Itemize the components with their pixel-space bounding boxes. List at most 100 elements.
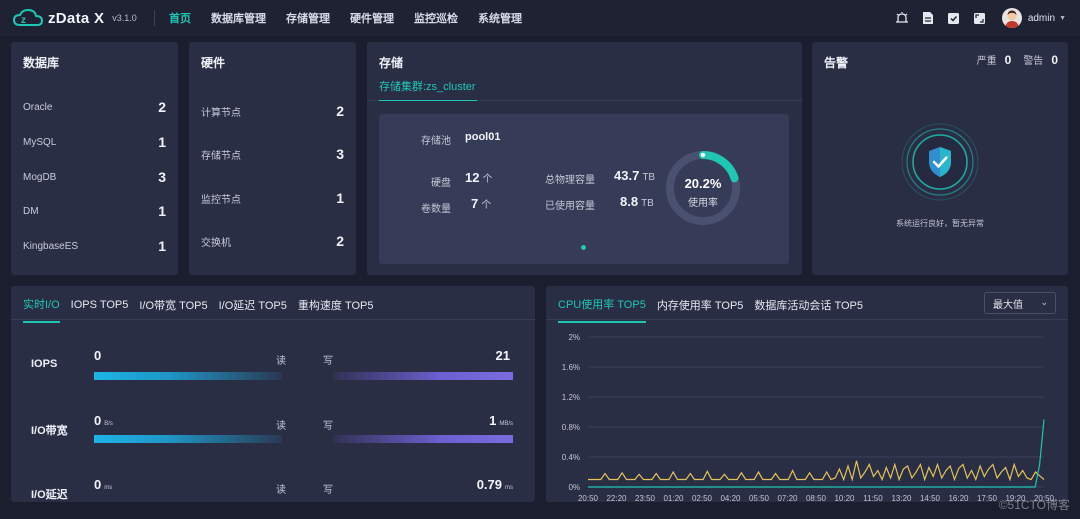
app-version: v3.1.0 <box>112 13 137 23</box>
latency-read-value: 0 ms <box>94 477 113 492</box>
list-item[interactable]: 计算节点 2 <box>201 103 344 119</box>
x-tick-label: 14:50 <box>920 494 941 502</box>
disk-value: 12 个 <box>465 170 493 185</box>
bandwidth-write-value: 1 MB/s <box>489 413 513 428</box>
volume-label: 卷数量 <box>421 204 451 215</box>
series-line-0 <box>588 460 1045 482</box>
bandwidth-write-bar <box>333 435 513 443</box>
series-line-1 <box>588 419 1045 488</box>
list-item[interactable]: Oracle 2 <box>23 99 166 115</box>
hardware-panel: 硬件 计算节点 2 存储节点 3 监控节点 1 交换机 2 <box>189 42 356 275</box>
severe-count[interactable]: 0 <box>1005 53 1012 67</box>
pool-label: 存储池 <box>421 136 451 147</box>
bandwidth-label: I/O带宽 <box>31 425 68 437</box>
storage-pool-card: 存储池 pool01 硬盘 12 个 卷数量 7个 总物理容量 43.7 TB 已使… <box>379 114 789 264</box>
top-bar: z zData X v3.1.0 首页 数据库管理 存储管理 硬件管理 监控巡检… <box>0 0 1080 36</box>
task-check-icon[interactable] <box>946 10 962 26</box>
alarm-panel: 告警 严重 0 警告 0 系统运行良好，暂无异常 <box>812 42 1068 275</box>
storage-cluster-tab[interactable]: 存储集群:zs_cluster <box>379 78 476 94</box>
warning-count[interactable]: 0 <box>1051 53 1058 67</box>
y-tick-label: 1.6% <box>562 363 580 372</box>
bandwidth-read-value: 0 B/s <box>94 413 113 428</box>
list-item[interactable]: 存储节点 3 <box>201 146 344 162</box>
read-label: 读 <box>276 356 286 367</box>
iops-read-value: 0 <box>94 348 102 363</box>
carousel-dot[interactable] <box>581 245 586 250</box>
cpu-usage-chart: 2% 1.6% 1.2% 0.8% 0.4% 0% 20:50 22:20 23:50 01:20… <box>562 333 1055 502</box>
document-icon[interactable] <box>920 10 936 26</box>
panel-title: 数据库 <box>23 56 60 70</box>
nav-system-management[interactable]: 系统管理 <box>478 10 522 26</box>
list-item[interactable]: DM 1 <box>23 203 166 219</box>
nav-hardware-management[interactable]: 硬件管理 <box>350 10 394 26</box>
used-capacity-label: 已使用容量 <box>545 201 595 212</box>
nav-monitor-inspection[interactable]: 监控巡检 <box>414 10 458 26</box>
usage-label: 使用率 <box>688 198 718 209</box>
y-tick-label: 2% <box>568 333 580 342</box>
volume-value: 7个 <box>471 196 492 211</box>
user-name[interactable]: admin <box>1028 13 1055 24</box>
alarm-bell-icon[interactable] <box>894 10 910 26</box>
write-label: 写 <box>323 485 333 496</box>
usage-percent: 20.2% <box>684 176 722 191</box>
chevron-down-icon[interactable]: ▼ <box>1059 15 1066 22</box>
y-tick-label: 1.2% <box>562 393 580 402</box>
list-item[interactable]: MySQL 1 <box>23 134 166 150</box>
select-value: 最大值 <box>993 299 1023 311</box>
chevron-down-icon: ⌄ <box>1040 297 1048 307</box>
nav-database-management[interactable]: 数据库管理 <box>211 10 266 26</box>
x-tick-label: 04:20 <box>720 494 741 502</box>
iops-label: IOPS <box>31 358 58 370</box>
io-panel: 实时I/O IOPS TOP5 I/O带宽 TOP5 I/O延迟 TOP5 重构… <box>11 286 535 502</box>
list-item[interactable]: 交换机 2 <box>201 233 344 249</box>
y-tick-label: 0.4% <box>562 453 580 462</box>
database-panel: 数据库 Oracle 2 MySQL 1 MogDB 3 DM 1 Kingba… <box>11 42 178 275</box>
panel-title: 存储 <box>379 56 404 70</box>
panel-title: 告警 <box>824 56 849 70</box>
svg-text:z: z <box>21 15 26 26</box>
list-item[interactable]: KingbaseES 1 <box>23 238 166 254</box>
tab-underline <box>367 100 802 101</box>
storage-panel: 存储 存储集群:zs_cluster 存储池 pool01 硬盘 12 个 卷数量… <box>367 42 802 275</box>
tab-divider <box>546 319 1068 320</box>
x-tick-label: 23:50 <box>635 494 656 502</box>
bandwidth-read-bar <box>94 435 282 443</box>
read-label: 读 <box>276 421 286 432</box>
x-tick-label: 10:20 <box>834 494 855 502</box>
latency-write-value: 0.79 ms <box>476 477 513 492</box>
tab-divider <box>11 319 535 320</box>
x-tick-label: 08:50 <box>806 494 827 502</box>
nav-home[interactable]: 首页 <box>169 10 191 26</box>
iops-read-bar <box>94 372 282 380</box>
x-tick-label: 01:20 <box>663 494 684 502</box>
x-tick-label: 22:20 <box>606 494 627 502</box>
write-label: 写 <box>323 421 333 432</box>
total-capacity-label: 总物理容量 <box>545 175 595 186</box>
y-tick-label: 0% <box>568 483 580 492</box>
cpu-panel: CPU使用率 TOP5 内存使用率 TOP5 数据库活动会话 TOP5 最大值 … <box>546 286 1068 502</box>
list-item[interactable]: MogDB 3 <box>23 169 166 185</box>
aggregation-select[interactable]: 最大值 ⌄ <box>984 292 1056 314</box>
tab-iops-top5[interactable]: IOPS TOP5 <box>71 299 129 320</box>
used-capacity-value: 8.8 TB <box>620 194 654 209</box>
nav-storage-management[interactable]: 存储管理 <box>286 10 330 26</box>
shield-check-icon <box>900 122 980 202</box>
x-tick-label: 11:50 <box>863 494 883 502</box>
total-capacity-value: 43.7 TB <box>614 168 656 183</box>
fullscreen-icon[interactable] <box>972 10 988 26</box>
warning-label: 警告 <box>1023 56 1044 67</box>
cloud-logo-icon: z <box>12 8 46 28</box>
header-tools: admin ▼ <box>884 0 1066 36</box>
app-name: zData X <box>48 9 105 27</box>
x-tick-label: 07:20 <box>777 494 798 502</box>
main-nav: 首页 数据库管理 存储管理 硬件管理 监控巡检 系统管理 <box>169 0 542 36</box>
divider <box>154 10 155 26</box>
app-logo[interactable]: z zData X v3.1.0 <box>12 8 146 28</box>
x-tick-label: 13:20 <box>891 494 912 502</box>
list-item[interactable]: 监控节点 1 <box>201 190 344 206</box>
x-tick-label: 05:50 <box>749 494 770 502</box>
read-label: 读 <box>276 485 286 496</box>
x-tick-label: 02:50 <box>692 494 713 502</box>
avatar[interactable] <box>1001 8 1022 28</box>
disk-label: 硬盘 <box>431 178 451 189</box>
